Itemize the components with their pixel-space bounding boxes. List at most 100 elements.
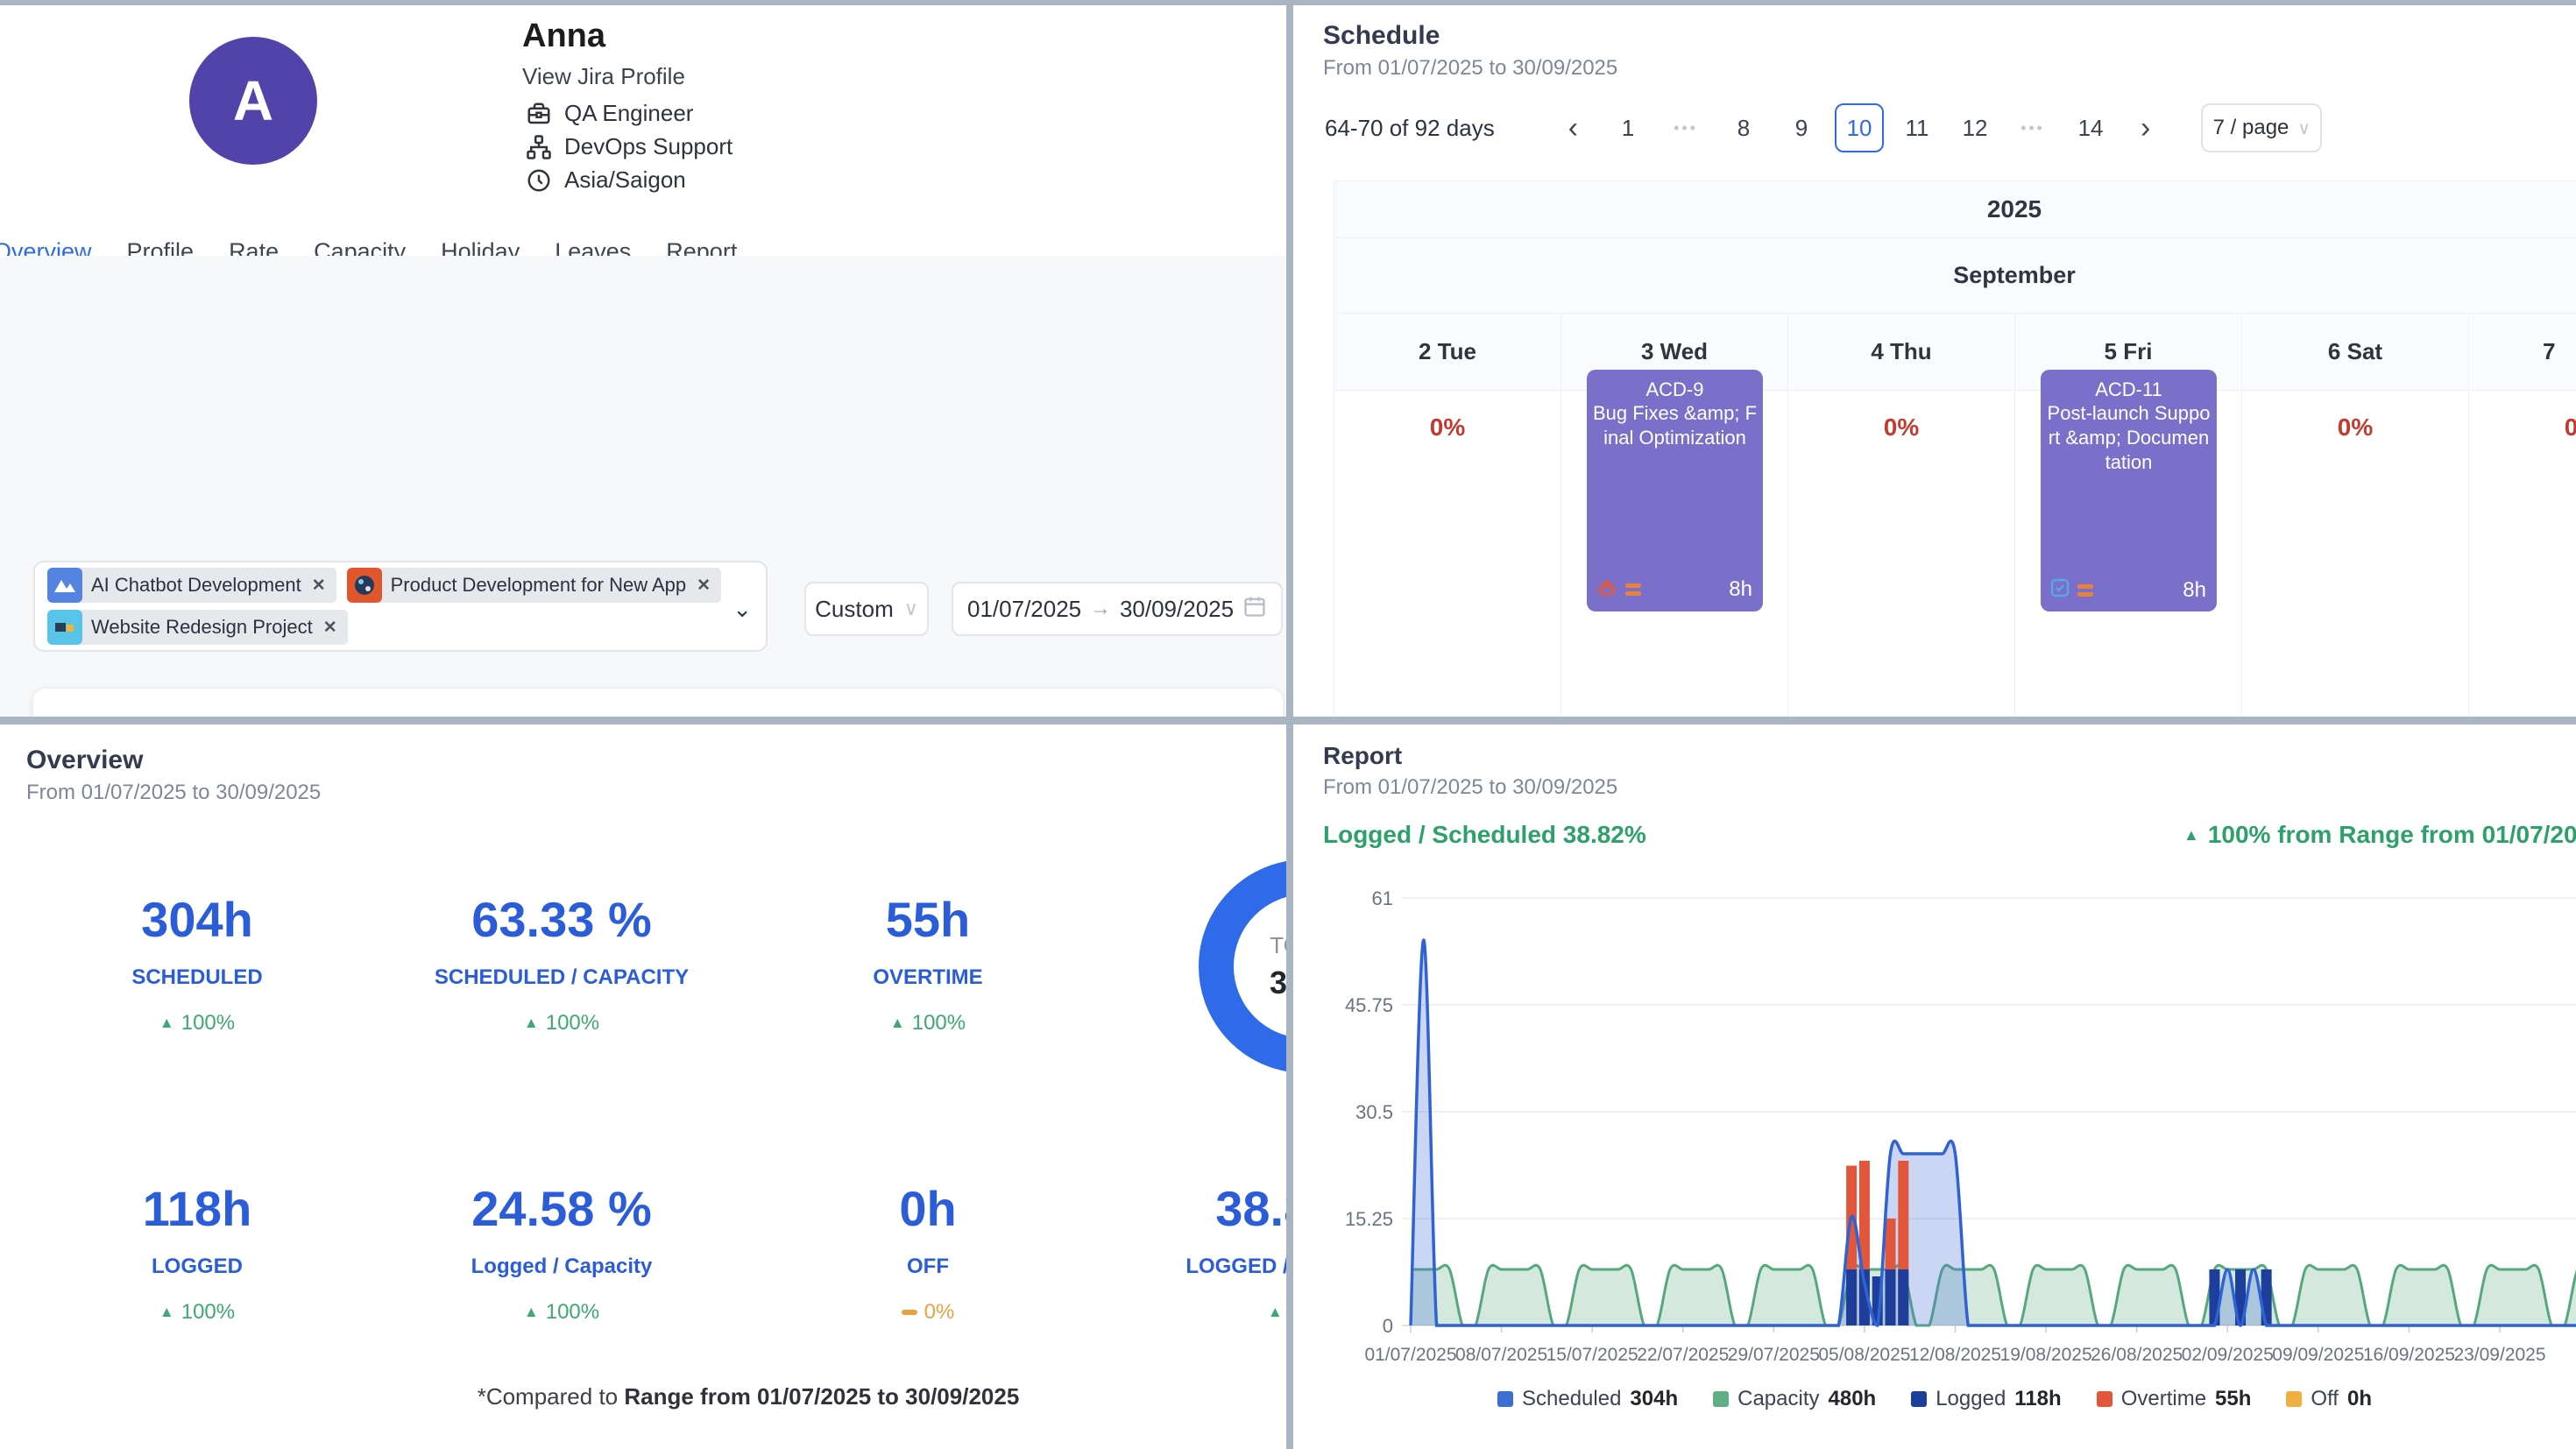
- profile-team: DevOps Support: [526, 133, 732, 160]
- day-header: 7: [2469, 314, 2576, 391]
- chevron-down-icon[interactable]: ⌄: [732, 596, 752, 623]
- legend-logged[interactable]: Logged118h: [1911, 1387, 2061, 1411]
- day-column: 4 Thu 0%: [1787, 314, 2014, 717]
- workload-card: Workload From 01/07/2025 to 30/09/2025 N…: [33, 689, 1283, 717]
- legend-color-swatch: [1911, 1391, 1927, 1407]
- workload-title: Workload: [65, 713, 1283, 717]
- delta-badge: ▲100%: [1122, 1300, 1286, 1325]
- remove-chip-icon[interactable]: ✕: [312, 576, 326, 596]
- legend-overtime[interactable]: Overtime55h: [2097, 1387, 2252, 1411]
- delta-badge: 0%: [744, 1300, 1112, 1325]
- day-column: 2 Tue 0%: [1334, 314, 1560, 717]
- page-10-active[interactable]: 10: [1835, 103, 1884, 152]
- svg-text:0: 0: [1383, 1315, 1393, 1337]
- stat-logged-capacity: 24.58 % Logged / Capacity ▲100%: [378, 1180, 746, 1325]
- page-size-select[interactable]: 7 / page ∨: [2201, 103, 2322, 152]
- delta-badge: ▲100%: [378, 1011, 746, 1036]
- stat-logged: 118h LOGGED ▲100%: [13, 1180, 381, 1325]
- svg-text:30.5: 30.5: [1355, 1101, 1393, 1123]
- pagination: 64-70 of 92 days ‹ 1 ••• 8 9 10 11 12 ••…: [1325, 103, 2551, 152]
- remove-chip-icon[interactable]: ✕: [697, 576, 711, 596]
- svg-text:12/08/2025: 12/08/2025: [1909, 1345, 2001, 1365]
- ellipsis-icon[interactable]: •••: [2008, 103, 2057, 152]
- trend-up-icon: ▲: [2183, 826, 2199, 845]
- overview-subtitle: From 01/07/2025 to 30/09/2025: [26, 781, 321, 805]
- svg-text:09/09/2025: 09/09/2025: [2272, 1345, 2364, 1365]
- comparison-footnote: *Compared to Range from 01/07/2025 to 30…: [105, 1383, 1286, 1410]
- ellipsis-icon[interactable]: •••: [1661, 103, 1710, 152]
- page-9[interactable]: 9: [1777, 103, 1826, 152]
- stat-scheduled-capacity: 63.33 % SCHEDULED / CAPACITY ▲100%: [378, 891, 746, 1036]
- range-preset-select[interactable]: Custom ∨: [804, 582, 929, 636]
- report-panel: Report From 01/07/2025 to 30/09/2025 Log…: [1293, 724, 2576, 1449]
- page-11[interactable]: 11: [1893, 103, 1942, 152]
- schedule-title: Schedule: [1323, 21, 1440, 51]
- report-summary-right: ▲ 100% from Range from 01/07/2025 to: [2183, 821, 2576, 849]
- day-header: 4 Thu: [1788, 314, 2014, 391]
- dashboard-grid: A Anna View Jira Profile QA Engineer Dev…: [0, 0, 2576, 1449]
- legend-scheduled[interactable]: Scheduled304h: [1497, 1387, 1678, 1411]
- trend-up-icon: ▲: [1268, 1304, 1283, 1321]
- prev-page-icon[interactable]: ‹: [1547, 111, 1599, 145]
- org-chart-icon: [526, 134, 552, 160]
- schedule-calendar: 2025 September 2 Tue 0% 3 Wed 100% ACD-9…: [1334, 180, 2576, 717]
- legend-off[interactable]: Off0h: [2286, 1387, 2372, 1411]
- day-utilization: 0%: [2469, 413, 2576, 442]
- legend-capacity[interactable]: Capacity480h: [1713, 1387, 1876, 1411]
- report-title: Report: [1323, 742, 1402, 770]
- project-chip[interactable]: Product Development for New App ✕: [347, 568, 721, 603]
- chevron-down-icon: ∨: [904, 597, 918, 620]
- remove-chip-icon[interactable]: ✕: [323, 618, 337, 638]
- svg-text:19/08/2025: 19/08/2025: [2000, 1345, 2092, 1365]
- pagination-range-text: 64-70 of 92 days: [1325, 115, 1495, 142]
- overview-panel: Overview From 01/07/2025 to 30/09/2025 3…: [0, 724, 1286, 1449]
- day-utilization: 0%: [1334, 413, 1560, 442]
- svg-text:05/08/2025: 05/08/2025: [1818, 1345, 1910, 1365]
- day-column: 6 Sat 0%: [2241, 314, 2468, 717]
- project-filter-select[interactable]: AI Chatbot Development ✕ Product Develop…: [33, 561, 768, 652]
- ai-chatbot-project-icon: [47, 568, 82, 603]
- next-page-icon[interactable]: ›: [2120, 111, 2171, 145]
- view-jira-profile-link[interactable]: View Jira Profile: [522, 63, 685, 90]
- calendar-icon[interactable]: [1242, 594, 1267, 625]
- project-chip[interactable]: Website Redesign Project ✕: [47, 610, 348, 645]
- day-utilization: 0%: [2242, 413, 2468, 442]
- svg-text:22/07/2025: 22/07/2025: [1637, 1345, 1729, 1365]
- date-range-picker[interactable]: 01/07/2025 → 30/09/2025: [952, 582, 1283, 636]
- clock-icon: [526, 167, 552, 194]
- page-14[interactable]: 14: [2066, 103, 2115, 152]
- chevron-down-icon: ∨: [2297, 117, 2311, 139]
- report-subtitle: From 01/07/2025 to 30/09/2025: [1323, 775, 1617, 800]
- day-header: 2 Tue: [1334, 314, 1560, 391]
- bug-icon: [1596, 576, 1618, 603]
- legend-color-swatch: [2097, 1391, 2112, 1407]
- legend-color-swatch: [1713, 1391, 1729, 1407]
- arrow-right-icon: →: [1090, 597, 1111, 621]
- issue-summary: Bug Fixes &amp; Final Optimization: [1592, 401, 1758, 450]
- task-icon: [2049, 577, 2070, 603]
- svg-text:01/07/2025: 01/07/2025: [1364, 1345, 1456, 1365]
- trend-up-icon: ▲: [524, 1014, 539, 1032]
- profile-timezone: Asia/Saigon: [526, 166, 686, 194]
- page-12[interactable]: 12: [1950, 103, 1999, 152]
- donut-center-text: TOTAL 304h: [1197, 858, 1286, 1075]
- trend-up-icon: ▲: [890, 1014, 905, 1032]
- page-1[interactable]: 1: [1603, 103, 1652, 152]
- trend-flat-icon: [902, 1310, 917, 1315]
- calendar-year: 2025: [1334, 180, 2576, 238]
- task-card-acd-11[interactable]: ACD-11 Post-launch Support &amp; Documen…: [2041, 370, 2217, 611]
- scheduled-hours: 8h: [2183, 578, 2206, 603]
- svg-text:15.25: 15.25: [1345, 1208, 1393, 1230]
- page-8[interactable]: 8: [1719, 103, 1768, 152]
- day-header: 6 Sat: [2242, 314, 2468, 391]
- task-card-acd-9[interactable]: ACD-9 Bug Fixes &amp; Final Optimization…: [1587, 370, 1763, 611]
- website-redesign-project-icon: [47, 610, 82, 645]
- date-from-value[interactable]: 01/07/2025: [967, 596, 1081, 623]
- profile-role: QA Engineer: [526, 100, 693, 127]
- trend-up-icon: ▲: [159, 1304, 174, 1321]
- delta-badge: ▲100%: [378, 1300, 746, 1325]
- date-to-value[interactable]: 30/09/2025: [1120, 596, 1234, 623]
- project-chip[interactable]: AI Chatbot Development ✕: [47, 568, 336, 603]
- issue-summary: Post-launch Support &amp; Documentation: [2046, 401, 2212, 475]
- day-column: 3 Wed 100% ACD-9 Bug Fixes &amp; Final O…: [1560, 314, 1787, 717]
